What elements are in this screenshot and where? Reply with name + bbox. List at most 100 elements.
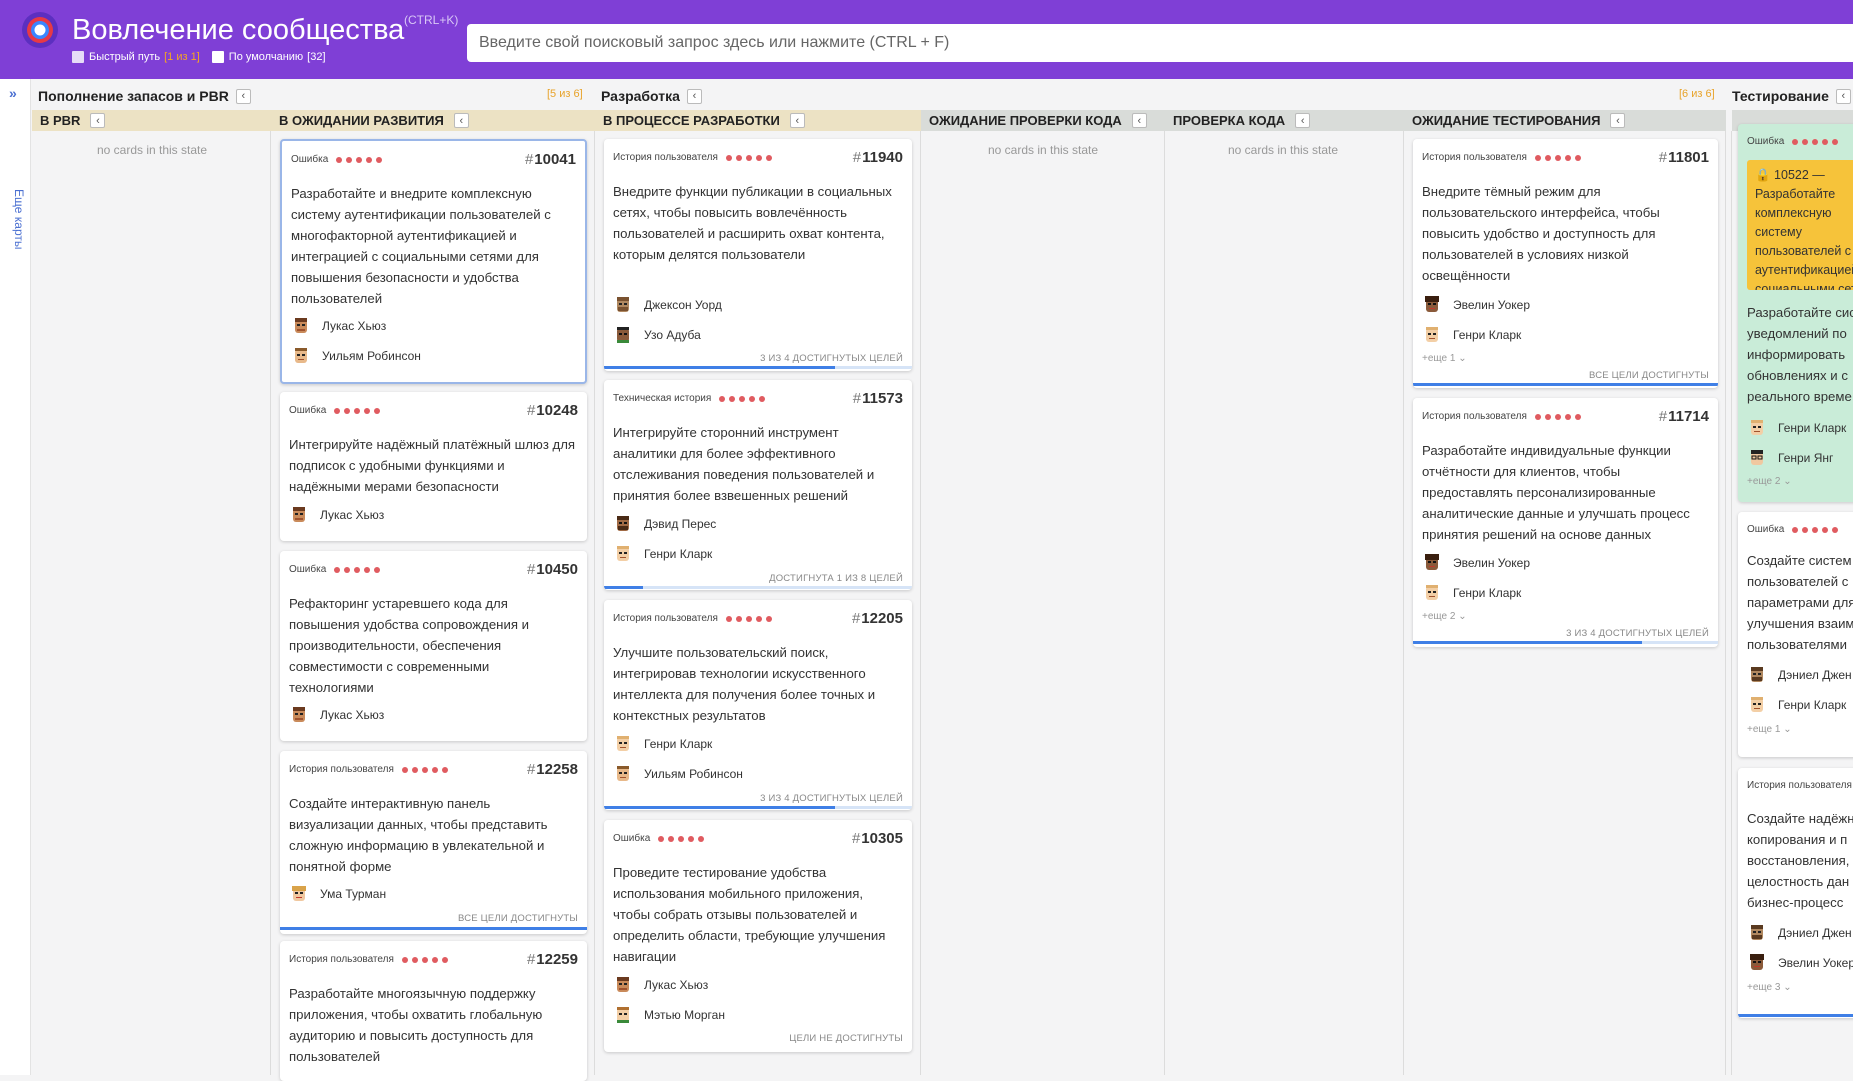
quick-path-count: [1 из 1]	[164, 51, 200, 63]
assignee[interactable]: Джексон Уорд	[613, 295, 722, 315]
assignee[interactable]: Эвелин Уокер	[1747, 953, 1853, 973]
assignee[interactable]: Узо Адуба	[613, 325, 701, 345]
lane-group-development: Разработка ‹	[601, 84, 702, 108]
card-type: Ошибка	[289, 405, 327, 416]
avatar-icon	[617, 766, 629, 781]
search-input[interactable]: Введите свой поисковый запрос здесь или …	[467, 24, 1853, 62]
more-assignees-link[interactable]: +еще 2 ⌄	[1422, 611, 1467, 622]
lane-divider	[1726, 131, 1732, 1075]
collapse-lane-icon[interactable]: ‹	[235, 88, 251, 104]
goal-progress-bar	[604, 586, 912, 589]
assignee[interactable]: Эвелин Уокер	[1422, 553, 1530, 573]
card-number[interactable]: 10041	[534, 151, 576, 168]
card-11714[interactable]: История пользователя #11714 Разработайте…	[1413, 398, 1718, 647]
assignee[interactable]: Лукас Хьюз	[289, 705, 384, 725]
collapse-column-icon[interactable]: ‹	[453, 113, 469, 128]
card-12258[interactable]: История пользователя #12258 Создайте инт…	[280, 751, 587, 934]
assignee[interactable]: Дэниел Джен	[1747, 665, 1852, 685]
card-description: Разработайте сис уведомлений по информир…	[1747, 305, 1853, 404]
assignee[interactable]: Уильям Робинсон	[291, 346, 421, 366]
assignee[interactable]: Генри Кларк	[1747, 418, 1846, 438]
assignee[interactable]: Дэвид Перес	[613, 514, 716, 534]
card-11573[interactable]: Техническая история #11573 Интегрируйте …	[604, 380, 912, 590]
app-logo-icon[interactable]	[22, 12, 58, 48]
empty-column-note: no cards in this state	[987, 143, 1099, 157]
lane-group-testing: Тестирование ‹	[1732, 84, 1851, 108]
avatar-icon	[1751, 697, 1763, 712]
column-title: В ПРОЦЕССЕ РАЗРАБОТКИ	[603, 113, 780, 128]
card-number[interactable]: 12259	[536, 951, 578, 968]
collapse-lane-icon[interactable]: ‹	[1835, 88, 1851, 104]
collapse-lane-icon[interactable]: ‹	[686, 88, 702, 104]
card-type: Ошибка	[613, 833, 651, 844]
quick-path-checkbox[interactable]	[72, 51, 84, 63]
avatar-icon	[617, 736, 629, 751]
card-testing-2[interactable]: Ошибка Создайте систем пользователей с п…	[1738, 512, 1853, 757]
assignee[interactable]: Генри Кларк	[613, 734, 712, 754]
collapse-column-icon[interactable]: ‹	[789, 113, 805, 128]
card-number[interactable]: 12205	[861, 610, 903, 627]
more-assignees-link[interactable]: +еще 3 ⌄	[1747, 982, 1792, 993]
card-10041[interactable]: Ошибка #10041 Разработайте и внедрите ко…	[280, 139, 587, 384]
card-number[interactable]: 11714	[1668, 408, 1709, 425]
expand-rail-icon[interactable]: »	[9, 85, 17, 101]
collapse-column-icon[interactable]: ‹	[90, 113, 106, 128]
priority-dots-icon	[334, 566, 384, 573]
assignee[interactable]: Мэтью Морган	[613, 1005, 725, 1025]
avatar-icon	[617, 516, 629, 531]
card-11940[interactable]: История пользователя #11940 Внедрите фун…	[604, 139, 912, 371]
card-12259[interactable]: История пользователя #12259 Разработайте…	[280, 941, 587, 1081]
card-number[interactable]: 11573	[862, 390, 903, 407]
assignee[interactable]: Лукас Хьюз	[289, 505, 384, 525]
avatar-icon	[292, 886, 306, 901]
assignee[interactable]: Генри Кларк	[1422, 325, 1521, 345]
assignee[interactable]: Генри Кларк	[1422, 583, 1521, 603]
card-10305[interactable]: Ошибка #10305 Проведите тестирование удо…	[604, 820, 912, 1052]
card-11801[interactable]: История пользователя #11801 Внедрите тём…	[1413, 139, 1718, 388]
more-assignees-link[interactable]: +еще 1 ⌄	[1422, 353, 1467, 364]
avatar-icon	[295, 348, 307, 363]
card-type: История пользователя	[289, 954, 394, 965]
assignee[interactable]: Лукас Хьюз	[613, 975, 708, 995]
quick-path-label[interactable]: Быстрый путь	[89, 51, 160, 63]
card-number[interactable]: 10248	[536, 402, 578, 419]
collapse-column-icon[interactable]: ‹	[1131, 113, 1147, 128]
board-title[interactable]: Вовлечение сообщества	[72, 14, 404, 47]
card-number[interactable]: 10450	[536, 561, 578, 578]
priority-dots-icon	[725, 154, 776, 161]
assignee[interactable]: Эвелин Уокер	[1422, 295, 1530, 315]
more-assignees-link[interactable]: +еще 2 ⌄	[1747, 476, 1792, 487]
avatar-icon	[295, 318, 307, 333]
assignee[interactable]: Лукас Хьюз	[291, 316, 386, 336]
card-number[interactable]: 11801	[1668, 149, 1709, 166]
card-12205[interactable]: История пользователя #12205 Улучшите пол…	[604, 600, 912, 810]
more-cards-link[interactable]: Еще карты	[12, 189, 26, 249]
assignee[interactable]: Генри Янг	[1747, 448, 1833, 468]
card-10248[interactable]: Ошибка #10248 Интегрируйте надёжный плат…	[280, 392, 587, 541]
card-description: Разработайте многоязычную поддержку прил…	[289, 986, 543, 1064]
collapse-column-icon[interactable]: ‹	[1610, 113, 1626, 128]
assignee[interactable]: Ума Турман	[289, 884, 386, 904]
card-number[interactable]: 12258	[536, 761, 578, 778]
card-number[interactable]: 11940	[862, 149, 903, 166]
card-10450[interactable]: Ошибка #10450 Рефакторинг устаревшего ко…	[280, 551, 587, 741]
default-label[interactable]: По умолчанию	[229, 51, 303, 63]
blocker-card[interactable]: 🔒 10522 — Разработайте комплексную систе…	[1747, 160, 1853, 290]
assignee[interactable]: Дэниел Джен	[1747, 923, 1852, 943]
card-testing-1[interactable]: Ошибка 🔒 10522 — Разработайте комплексну…	[1738, 124, 1853, 502]
priority-dots-icon	[1792, 526, 1842, 533]
card-number[interactable]: 10305	[861, 830, 903, 847]
collapse-column-icon[interactable]: ‹	[1295, 113, 1311, 128]
assignee[interactable]: Генри Кларк	[613, 544, 712, 564]
column-title: В PBR	[40, 113, 81, 128]
more-assignees-link[interactable]: +еще 1 ⌄	[1747, 724, 1792, 735]
assignee[interactable]: Уильям Робинсон	[613, 764, 743, 784]
avatar-icon	[293, 507, 305, 522]
lane-count: [6 из 6]	[1679, 88, 1715, 100]
default-checkbox[interactable]	[211, 51, 224, 63]
assignee[interactable]: Генри Кларк	[1747, 695, 1846, 715]
card-description: Интегрируйте сторонний инструмент аналит…	[613, 425, 875, 503]
priority-dots-icon	[719, 395, 769, 402]
card-testing-3[interactable]: История пользователя Создайте надёжн коп…	[1738, 768, 1853, 1018]
card-description: Внедрите функции публикации в социальных…	[613, 184, 892, 262]
